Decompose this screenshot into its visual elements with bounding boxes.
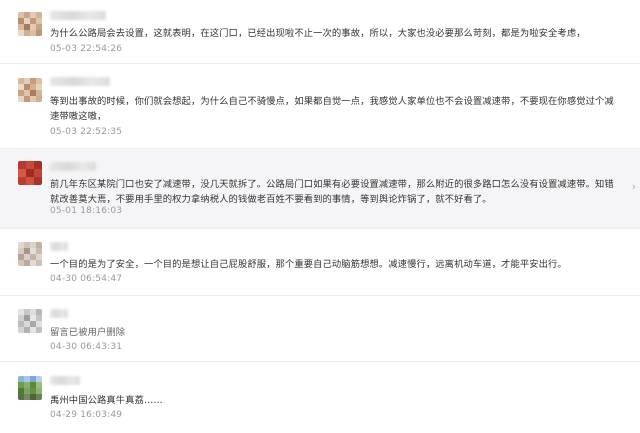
comment-timestamp: 05-03 22:52:35: [50, 127, 123, 137]
username[interactable]: [50, 309, 68, 318]
comment-timestamp: 05-03 22:54:26: [50, 44, 123, 54]
comment-timestamp: 04-29 16:03:49: [50, 410, 123, 420]
comment-list: 为什么公路局会去设置，这就表明，在这门口，已经出现啦不止一次的事故，所以，大家也…: [0, 0, 640, 433]
comment-item: 前几年东区某院门口也安了减速带，没几天就拆了。公路局门口如果有必要设置减速带，那…: [0, 149, 640, 229]
username[interactable]: [50, 242, 68, 251]
avatar[interactable]: [18, 78, 42, 102]
comment-text: 等到出事故的时候，你们就会想起，为什么自己不骑慢点，如果都自觉一点，我感觉人家单…: [50, 96, 614, 122]
comment-text: 为什么公路局会去设置，这就表明，在这门口，已经出现啦不止一次的事故，所以，大家也…: [50, 28, 586, 39]
comment-item: 等到出事故的时候，你们就会想起，为什么自己不骑慢点，如果都自觉一点，我感觉人家单…: [0, 64, 640, 149]
avatar[interactable]: [18, 309, 42, 333]
comment-item: 禹州中国公路真牛真荔…… 04-29 16:03:49: [0, 362, 640, 433]
comment-timestamp: 04-30 06:43:31: [50, 342, 123, 352]
username[interactable]: [50, 376, 80, 385]
comment-text: 留言已被用户删除: [50, 327, 126, 338]
comment-text: 前几年东区某院门口也安了减速带，没几天就拆了。公路局门口如果有必要设置减速带，那…: [50, 179, 614, 205]
comment-text: 禹州中国公路真牛真荔……: [50, 395, 163, 406]
comment-item: 一个目的是为了安全，一个目的是想让自己屁股舒服，那个重要自己动脑筋想想。减速慢行…: [0, 229, 640, 296]
username[interactable]: [50, 11, 106, 20]
avatar[interactable]: [18, 242, 42, 266]
avatar[interactable]: [18, 161, 42, 185]
avatar[interactable]: [18, 376, 42, 400]
username[interactable]: [50, 162, 96, 171]
username[interactable]: [50, 77, 110, 86]
comment-item: 为什么公路局会去设置，这就表明，在这门口，已经出现啦不止一次的事故，所以，大家也…: [0, 0, 640, 64]
comment-text: 一个目的是为了安全，一个目的是想让自己屁股舒服，那个重要自己动脑筋想想。减速慢行…: [50, 259, 567, 270]
chevron-right-icon[interactable]: ›: [632, 181, 636, 193]
comment-item: 留言已被用户删除 04-30 06:43:31: [0, 296, 640, 362]
comment-timestamp: 04-30 06:54:47: [50, 274, 123, 284]
comment-timestamp: 05-01 18:16:03: [50, 206, 123, 216]
avatar[interactable]: [18, 12, 42, 36]
